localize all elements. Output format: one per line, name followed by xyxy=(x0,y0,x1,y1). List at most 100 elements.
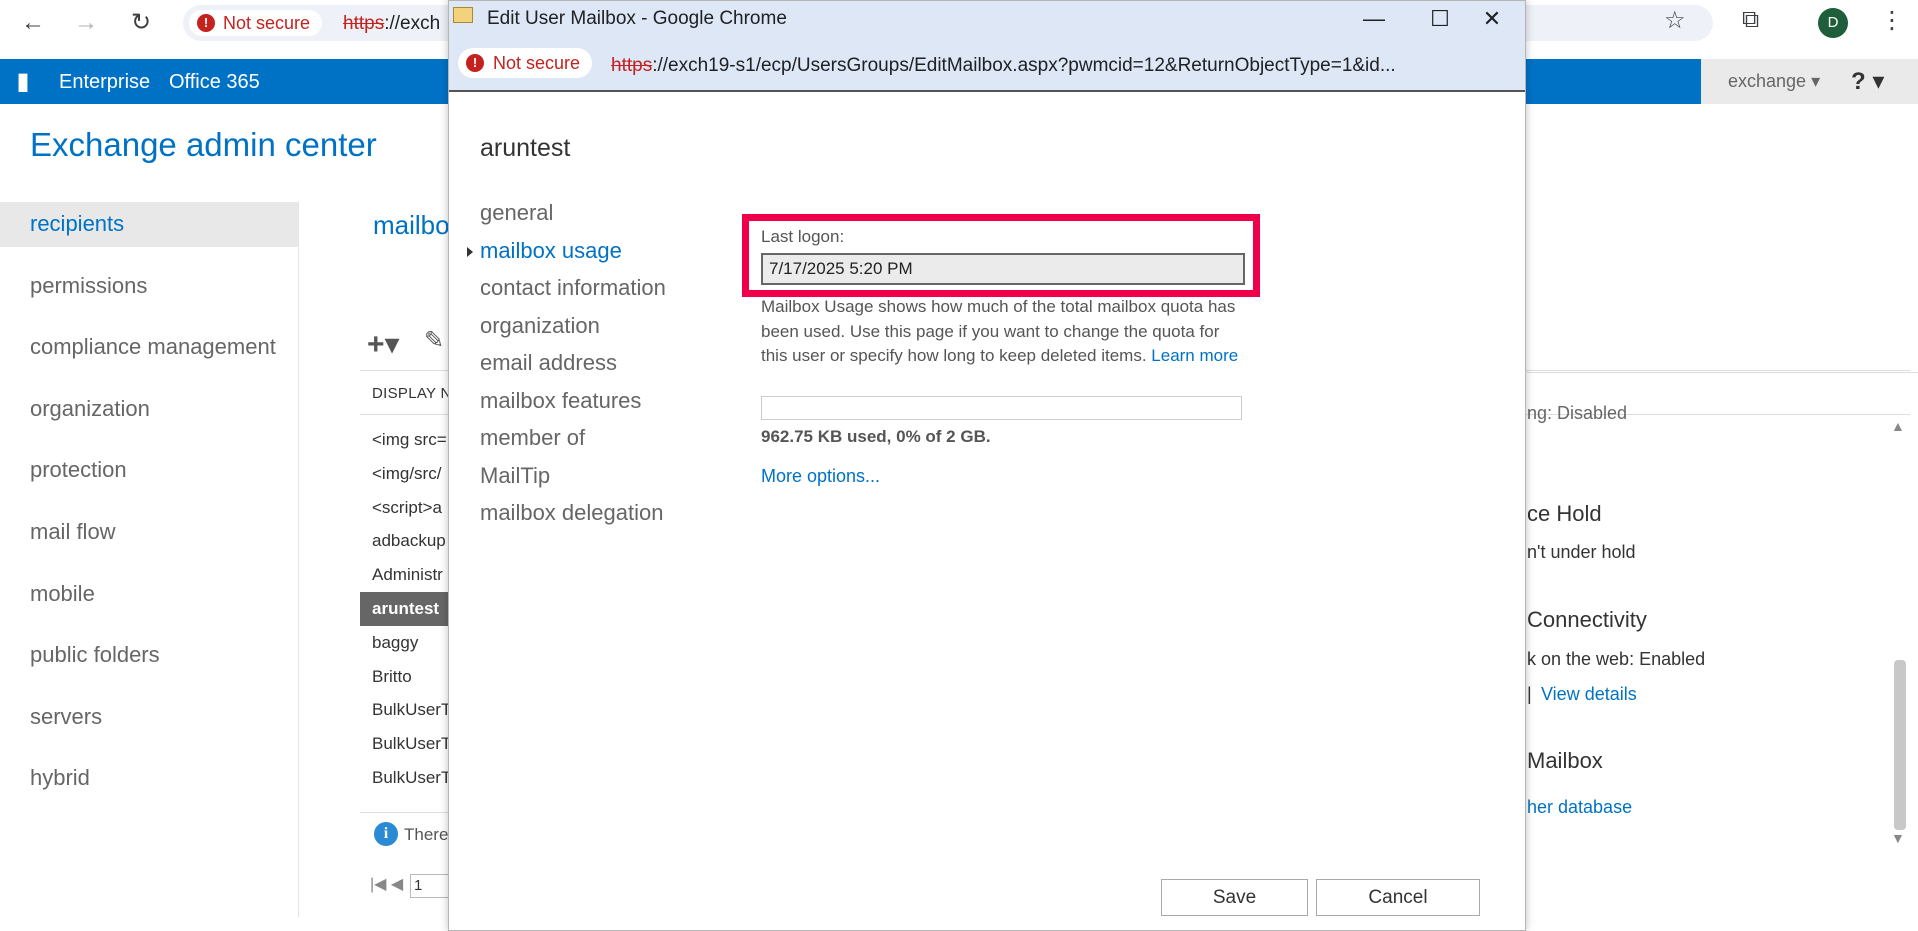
details-connectivity-heading: Connectivity xyxy=(1527,607,1647,632)
o365-user-area: exchange ▾ ? ▾ xyxy=(1701,59,1918,104)
tab-organization[interactable]: organization xyxy=(480,310,666,348)
popup-url-text[interactable]: https://exch19-s1/ecp/UsersGroups/EditMa… xyxy=(611,55,1396,77)
list-item[interactable]: baggy xyxy=(360,626,460,660)
details-archiving-text: ng: Disabled xyxy=(1527,403,1628,423)
usage-description: Mailbox Usage shows how much of the tota… xyxy=(761,295,1245,369)
minimize-icon[interactable]: — xyxy=(1354,4,1394,34)
list-item[interactable]: <script>a xyxy=(360,491,460,525)
nav-item-hybrid[interactable]: hybrid xyxy=(0,756,298,818)
nav-item-mail-flow[interactable]: mail flow xyxy=(0,510,298,572)
nav-item-public-folders[interactable]: public folders xyxy=(0,633,298,695)
enterprise-link[interactable]: Enterprise xyxy=(59,71,150,94)
tab-email-address[interactable]: email address xyxy=(480,347,666,385)
not-secure-label: Not secure xyxy=(223,12,311,33)
section-heading: mailbo xyxy=(373,210,450,240)
popup-not-secure-label: Not secure xyxy=(493,52,581,73)
nav-divider xyxy=(298,202,299,917)
details-hold-heading: ce Hold xyxy=(1527,501,1602,526)
tab-contact-information[interactable]: contact information xyxy=(480,272,666,310)
list-item[interactable]: Administr xyxy=(360,558,460,592)
profile-avatar[interactable]: D xyxy=(1818,8,1848,38)
nav-item-recipients[interactable]: recipients xyxy=(0,202,298,247)
edit-mailbox-window: Edit User Mailbox - Google Chrome — ☐ ✕ … xyxy=(448,0,1526,931)
popup-titlebar[interactable]: Edit User Mailbox - Google Chrome — ☐ ✕ xyxy=(449,1,1525,38)
list-item[interactable]: <img/src/ xyxy=(360,457,460,491)
tab-mailtip[interactable]: MailTip xyxy=(480,460,666,498)
info-strip: i There xyxy=(360,812,460,856)
details-mailbox-heading: Mailbox xyxy=(1527,748,1603,773)
popup-security-chip[interactable]: ! Not secure xyxy=(458,48,593,78)
forward-icon[interactable]: → xyxy=(70,8,102,38)
tab-mailbox-delegation[interactable]: mailbox delegation xyxy=(480,497,666,535)
office365-link[interactable]: Office 365 xyxy=(169,71,260,94)
details-separator: | xyxy=(1527,684,1532,704)
learn-more-link[interactable]: Learn more xyxy=(1151,346,1238,365)
mailbox-nav: general mailbox usage contact informatio… xyxy=(467,197,666,535)
more-options-link[interactable]: More options... xyxy=(761,466,880,487)
pager-prev-icon[interactable]: |◀ ◀ xyxy=(370,874,403,894)
details-divider xyxy=(1527,372,1918,373)
list-item[interactable]: BulkUserT xyxy=(360,727,460,761)
view-details-link[interactable]: View details xyxy=(1541,684,1637,705)
popup-divider xyxy=(449,90,1525,92)
left-nav: recipients permissions compliance manage… xyxy=(0,202,298,818)
nav-item-protection[interactable]: protection xyxy=(0,448,298,510)
url-host: ://exch xyxy=(384,13,441,34)
close-icon[interactable]: ✕ xyxy=(1472,4,1512,34)
details-owa-text: k on the web: Enabled xyxy=(1527,649,1706,669)
popup-title: Edit User Mailbox - Google Chrome xyxy=(487,8,787,29)
back-icon[interactable]: ← xyxy=(17,8,49,38)
nav-item-compliance-management[interactable]: compliance management xyxy=(0,325,298,387)
info-text: There xyxy=(404,825,449,844)
url-text[interactable]: https://exch xyxy=(343,13,440,35)
tab-mailbox-features[interactable]: mailbox features xyxy=(480,385,666,423)
list-item[interactable]: Britto xyxy=(360,660,460,694)
cancel-button[interactable]: Cancel xyxy=(1316,879,1480,916)
extensions-icon[interactable]: ⧉ xyxy=(1742,6,1759,34)
list-item[interactable]: adbackup xyxy=(360,524,460,558)
details-hold-text: n't under hold xyxy=(1527,542,1636,562)
usage-summary: 962.75 KB used, 0% of 2 GB. xyxy=(761,427,991,446)
maximize-icon[interactable]: ☐ xyxy=(1420,4,1460,34)
usage-progress-bar xyxy=(761,396,1242,420)
tab-general[interactable]: general xyxy=(480,197,666,235)
tab-mailbox-usage[interactable]: mailbox usage xyxy=(467,235,666,273)
office-logo-icon[interactable]: ▮ xyxy=(10,67,36,97)
tab-member-of[interactable]: member of xyxy=(480,422,666,460)
edit-icon[interactable]: ✎ xyxy=(424,326,444,355)
popup-url-protocol: https xyxy=(611,55,653,76)
scroll-up-icon[interactable]: ▲ xyxy=(1891,418,1905,434)
warning-icon: ! xyxy=(197,14,215,32)
nav-item-servers[interactable]: servers xyxy=(0,695,298,757)
browser-menu-icon[interactable]: ⋮ xyxy=(1880,6,1904,35)
last-logon-label: Last logon: xyxy=(761,227,845,246)
add-icon[interactable]: +▾ xyxy=(367,327,400,362)
nav-item-mobile[interactable]: mobile xyxy=(0,572,298,634)
column-display-name[interactable]: DISPLAY N xyxy=(372,385,452,402)
info-icon: i xyxy=(374,822,398,846)
save-button[interactable]: Save xyxy=(1161,879,1308,916)
scroll-down-icon[interactable]: ▼ xyxy=(1891,830,1905,846)
page-title: Exchange admin center xyxy=(30,126,377,163)
other-database-link[interactable]: her database xyxy=(1527,797,1632,818)
scroll-thumb[interactable] xyxy=(1894,660,1906,830)
list-item[interactable]: <img src= xyxy=(360,423,460,457)
details-scrollbar[interactable]: ▲ ▼ xyxy=(1891,418,1911,846)
popup-address-bar: ! Not secure https://exch19-s1/ecp/Users… xyxy=(449,38,1525,90)
reload-icon[interactable]: ↻ xyxy=(125,8,157,38)
nav-item-permissions[interactable]: permissions xyxy=(0,264,298,326)
warning-icon: ! xyxy=(466,54,484,72)
user-menu[interactable]: exchange ▾ xyxy=(1728,71,1820,92)
security-chip[interactable]: ! Not secure xyxy=(189,10,323,36)
page-number-input[interactable]: 1 xyxy=(410,874,450,898)
bookmark-star-icon[interactable]: ☆ xyxy=(1664,6,1686,35)
popup-url-path: ://exch19-s1/ecp/UsersGroups/EditMailbox… xyxy=(652,55,1396,76)
list-item[interactable]: BulkUserT xyxy=(360,693,460,727)
last-logon-field[interactable]: 7/17/2025 5:20 PM xyxy=(761,253,1245,285)
list-item-selected[interactable]: aruntest xyxy=(360,591,460,626)
help-menu-icon[interactable]: ? ▾ xyxy=(1851,67,1884,96)
nav-item-organization[interactable]: organization xyxy=(0,387,298,449)
list-item[interactable]: BulkUserT xyxy=(360,761,460,795)
mailbox-list: <img src= <img/src/ <script>a adbackup A… xyxy=(360,423,460,795)
mailbox-envelope-icon xyxy=(453,7,473,23)
